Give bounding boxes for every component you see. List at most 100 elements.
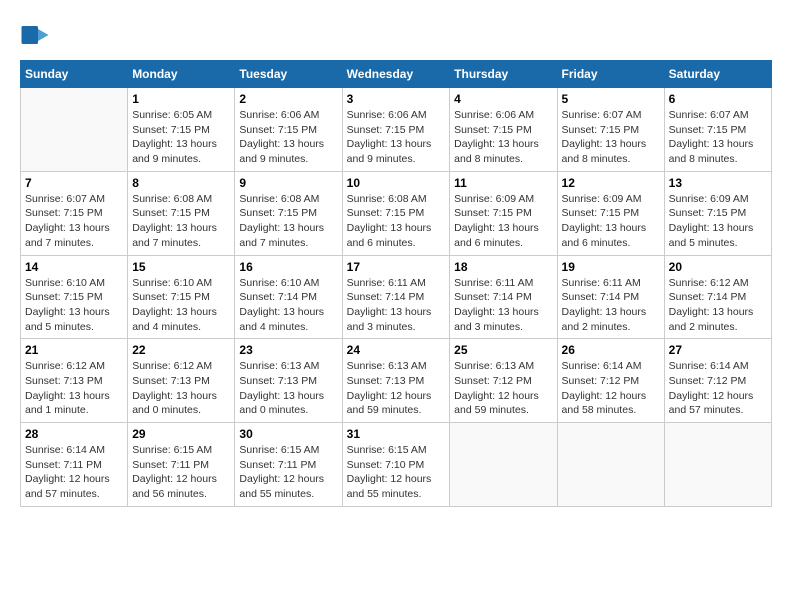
calendar-cell: 1 Sunrise: 6:05 AM Sunset: 7:15 PM Daylig… [128, 88, 235, 172]
day-info: Sunrise: 6:13 AM Sunset: 7:13 PM Dayligh… [347, 359, 446, 418]
day-number: 29 [132, 427, 230, 441]
calendar-cell: 19 Sunrise: 6:11 AM Sunset: 7:14 PM Dayli… [557, 255, 664, 339]
day-number: 28 [25, 427, 123, 441]
calendar-cell [450, 423, 557, 507]
day-number: 31 [347, 427, 446, 441]
day-number: 10 [347, 176, 446, 190]
day-number: 3 [347, 92, 446, 106]
day-number: 15 [132, 260, 230, 274]
day-info: Sunrise: 6:14 AM Sunset: 7:11 PM Dayligh… [25, 443, 123, 502]
weekday-header-thursday: Thursday [450, 61, 557, 88]
day-number: 20 [669, 260, 767, 274]
day-info: Sunrise: 6:09 AM Sunset: 7:15 PM Dayligh… [562, 192, 660, 251]
weekday-header-sunday: Sunday [21, 61, 128, 88]
weekday-header-monday: Monday [128, 61, 235, 88]
day-info: Sunrise: 6:06 AM Sunset: 7:15 PM Dayligh… [347, 108, 446, 167]
day-info: Sunrise: 6:12 AM Sunset: 7:13 PM Dayligh… [25, 359, 123, 418]
day-info: Sunrise: 6:10 AM Sunset: 7:14 PM Dayligh… [239, 276, 337, 335]
day-info: Sunrise: 6:12 AM Sunset: 7:14 PM Dayligh… [669, 276, 767, 335]
day-info: Sunrise: 6:15 AM Sunset: 7:11 PM Dayligh… [239, 443, 337, 502]
day-number: 26 [562, 343, 660, 357]
calendar-cell: 20 Sunrise: 6:12 AM Sunset: 7:14 PM Dayli… [664, 255, 771, 339]
day-number: 16 [239, 260, 337, 274]
day-info: Sunrise: 6:11 AM Sunset: 7:14 PM Dayligh… [562, 276, 660, 335]
calendar-cell: 7 Sunrise: 6:07 AM Sunset: 7:15 PM Daylig… [21, 171, 128, 255]
calendar-cell: 12 Sunrise: 6:09 AM Sunset: 7:15 PM Dayli… [557, 171, 664, 255]
calendar-cell: 25 Sunrise: 6:13 AM Sunset: 7:12 PM Dayli… [450, 339, 557, 423]
calendar-cell: 29 Sunrise: 6:15 AM Sunset: 7:11 PM Dayli… [128, 423, 235, 507]
calendar-cell: 14Sunrise: 6:10 AM Sunset: 7:15 PM Dayli… [21, 255, 128, 339]
weekday-header-saturday: Saturday [664, 61, 771, 88]
day-info: Sunrise: 6:08 AM Sunset: 7:15 PM Dayligh… [347, 192, 446, 251]
day-number: 6 [669, 92, 767, 106]
day-info: Sunrise: 6:10 AM Sunset: 7:15 PM Dayligh… [25, 276, 123, 335]
day-number: 17 [347, 260, 446, 274]
day-number: 8 [132, 176, 230, 190]
calendar-week-row: 21 Sunrise: 6:12 AM Sunset: 7:13 PM Dayli… [21, 339, 772, 423]
weekday-header-wednesday: Wednesday [342, 61, 450, 88]
day-number: 18 [454, 260, 552, 274]
calendar-week-row: 28 Sunrise: 6:14 AM Sunset: 7:11 PM Dayli… [21, 423, 772, 507]
day-number: 21 [25, 343, 123, 357]
calendar-cell: 2 Sunrise: 6:06 AM Sunset: 7:15 PM Daylig… [235, 88, 342, 172]
calendar-cell: 26 Sunrise: 6:14 AM Sunset: 7:12 PM Dayli… [557, 339, 664, 423]
day-info: Sunrise: 6:08 AM Sunset: 7:15 PM Dayligh… [132, 192, 230, 251]
day-info: Sunrise: 6:09 AM Sunset: 7:15 PM Dayligh… [454, 192, 552, 251]
day-info: Sunrise: 6:13 AM Sunset: 7:13 PM Dayligh… [239, 359, 337, 418]
day-number: 11 [454, 176, 552, 190]
day-info: Sunrise: 6:14 AM Sunset: 7:12 PM Dayligh… [669, 359, 767, 418]
day-info: Sunrise: 6:05 AM Sunset: 7:15 PM Dayligh… [132, 108, 230, 167]
calendar-cell: 31Sunrise: 6:15 AM Sunset: 7:10 PM Dayli… [342, 423, 450, 507]
day-info: Sunrise: 6:12 AM Sunset: 7:13 PM Dayligh… [132, 359, 230, 418]
calendar-cell: 4Sunrise: 6:06 AM Sunset: 7:15 PM Daylig… [450, 88, 557, 172]
day-info: Sunrise: 6:07 AM Sunset: 7:15 PM Dayligh… [25, 192, 123, 251]
calendar-cell: 11 Sunrise: 6:09 AM Sunset: 7:15 PM Dayli… [450, 171, 557, 255]
calendar-cell: 30 Sunrise: 6:15 AM Sunset: 7:11 PM Dayli… [235, 423, 342, 507]
calendar-cell: 8 Sunrise: 6:08 AM Sunset: 7:15 PM Daylig… [128, 171, 235, 255]
calendar-cell [664, 423, 771, 507]
calendar-cell: 16 Sunrise: 6:10 AM Sunset: 7:14 PM Dayli… [235, 255, 342, 339]
day-number: 1 [132, 92, 230, 106]
calendar-cell: 28 Sunrise: 6:14 AM Sunset: 7:11 PM Dayli… [21, 423, 128, 507]
calendar-cell: 3 Sunrise: 6:06 AM Sunset: 7:15 PM Daylig… [342, 88, 450, 172]
day-number: 19 [562, 260, 660, 274]
day-info: Sunrise: 6:06 AM Sunset: 7:15 PM Dayligh… [454, 108, 552, 167]
day-info: Sunrise: 6:11 AM Sunset: 7:14 PM Dayligh… [454, 276, 552, 335]
calendar-cell: 15 Sunrise: 6:10 AM Sunset: 7:15 PM Dayli… [128, 255, 235, 339]
calendar-cell [557, 423, 664, 507]
day-number: 2 [239, 92, 337, 106]
logo [20, 20, 54, 50]
day-number: 27 [669, 343, 767, 357]
weekday-header-friday: Friday [557, 61, 664, 88]
day-number: 12 [562, 176, 660, 190]
day-number: 5 [562, 92, 660, 106]
day-info: Sunrise: 6:09 AM Sunset: 7:15 PM Dayligh… [669, 192, 767, 251]
day-number: 7 [25, 176, 123, 190]
calendar-cell: 17 Sunrise: 6:11 AM Sunset: 7:14 PM Dayli… [342, 255, 450, 339]
day-info: Sunrise: 6:14 AM Sunset: 7:12 PM Dayligh… [562, 359, 660, 418]
day-number: 30 [239, 427, 337, 441]
calendar-cell: 9 Sunrise: 6:08 AM Sunset: 7:15 PM Daylig… [235, 171, 342, 255]
day-info: Sunrise: 6:15 AM Sunset: 7:11 PM Dayligh… [132, 443, 230, 502]
day-info: Sunrise: 6:13 AM Sunset: 7:12 PM Dayligh… [454, 359, 552, 418]
day-info: Sunrise: 6:11 AM Sunset: 7:14 PM Dayligh… [347, 276, 446, 335]
calendar-cell: 10 Sunrise: 6:08 AM Sunset: 7:15 PM Dayli… [342, 171, 450, 255]
day-number: 22 [132, 343, 230, 357]
day-info: Sunrise: 6:08 AM Sunset: 7:15 PM Dayligh… [239, 192, 337, 251]
day-info: Sunrise: 6:07 AM Sunset: 7:15 PM Dayligh… [562, 108, 660, 167]
day-info: Sunrise: 6:10 AM Sunset: 7:15 PM Dayligh… [132, 276, 230, 335]
calendar-cell: 23 Sunrise: 6:13 AM Sunset: 7:13 PM Dayli… [235, 339, 342, 423]
calendar-cell: 5 Sunrise: 6:07 AM Sunset: 7:15 PM Daylig… [557, 88, 664, 172]
day-number: 9 [239, 176, 337, 190]
day-number: 23 [239, 343, 337, 357]
calendar-week-row: 14Sunrise: 6:10 AM Sunset: 7:15 PM Dayli… [21, 255, 772, 339]
day-info: Sunrise: 6:06 AM Sunset: 7:15 PM Dayligh… [239, 108, 337, 167]
calendar-header-row: SundayMondayTuesdayWednesdayThursdayFrid… [21, 61, 772, 88]
day-number: 13 [669, 176, 767, 190]
calendar-cell: 22 Sunrise: 6:12 AM Sunset: 7:13 PM Dayli… [128, 339, 235, 423]
day-info: Sunrise: 6:07 AM Sunset: 7:15 PM Dayligh… [669, 108, 767, 167]
calendar-cell: 24 Sunrise: 6:13 AM Sunset: 7:13 PM Dayli… [342, 339, 450, 423]
calendar-cell: 21 Sunrise: 6:12 AM Sunset: 7:13 PM Dayli… [21, 339, 128, 423]
day-number: 24 [347, 343, 446, 357]
day-number: 25 [454, 343, 552, 357]
